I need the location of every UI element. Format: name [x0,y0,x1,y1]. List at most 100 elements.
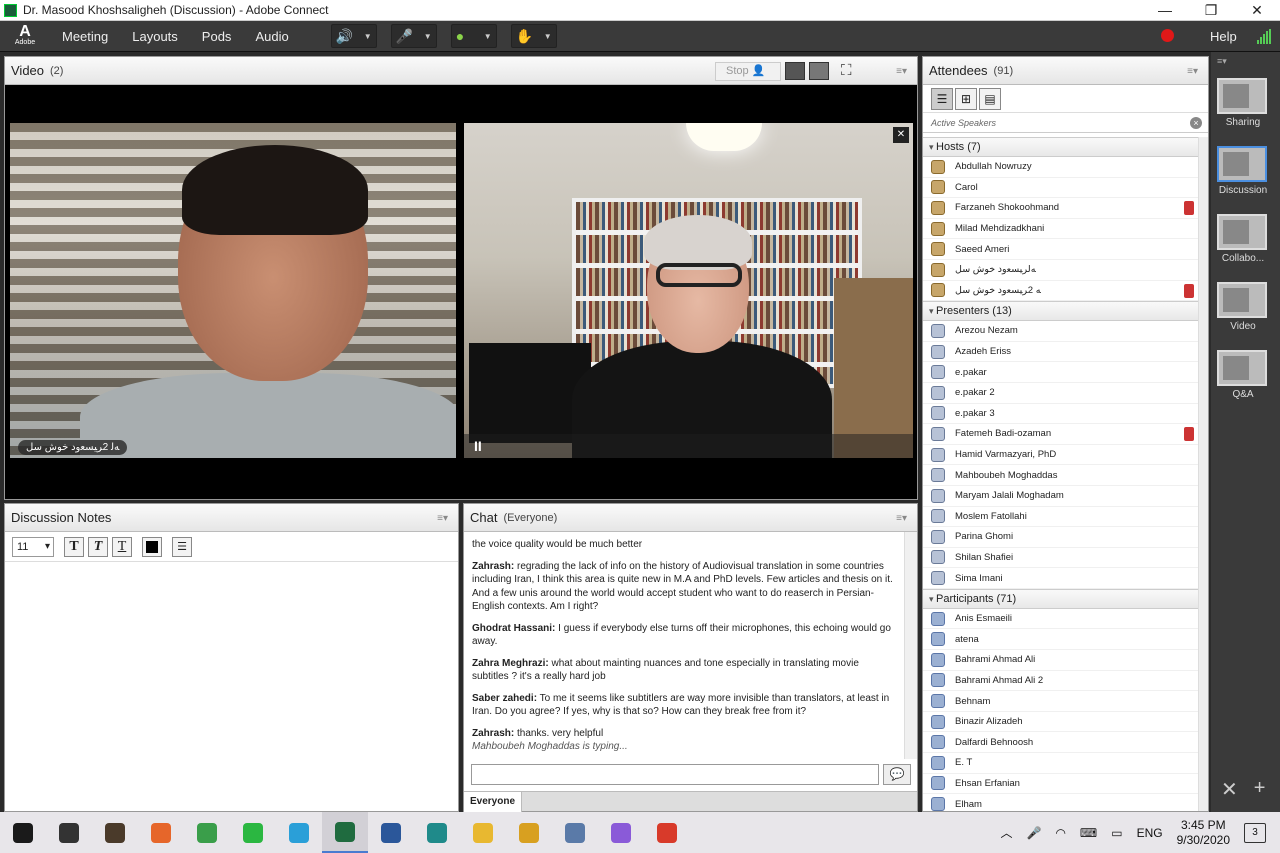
raise-hand-toggle[interactable]: ✋ ▼ [510,24,557,48]
tools-icon[interactable]: ✕ [1221,777,1238,802]
attendee-row[interactable]: e.pakar [923,362,1208,383]
clock[interactable]: 3:45 PM 9/30/2020 [1177,818,1230,848]
microphone-icon[interactable]: 🎤 [1026,826,1041,840]
attendee-row[interactable]: e.pakar 3 [923,404,1208,425]
layouts-menu-icon[interactable]: ≡▾ [1217,56,1227,67]
layout-video[interactable]: Video [1217,282,1269,332]
breakout-view-icon[interactable]: ⊞ [955,87,977,110]
app-icon[interactable] [414,812,460,853]
windows-start-icon[interactable] [0,812,46,853]
attendee-row[interactable]: Saeed Ameri [923,239,1208,260]
close-video-icon[interactable]: ✕ [893,127,909,143]
text-color-icon[interactable] [142,536,162,557]
attendee-row[interactable]: Parina Ghomi [923,527,1208,548]
stop-webcam-button[interactable]: Stop 👤 [715,62,781,81]
adobe-connect-icon[interactable] [322,812,368,853]
grid-view-button[interactable] [785,62,805,80]
attendee-row[interactable]: Shilan Shafiei [923,548,1208,569]
store-icon[interactable] [92,812,138,853]
pod-options-icon[interactable]: ≡▾ [437,513,448,524]
attendee-row[interactable]: atena [923,629,1208,651]
menu-layouts[interactable]: Layouts [120,21,190,52]
attendee-row[interactable]: Sima Imani [923,568,1208,589]
chevron-down-icon[interactable]: ▼ [364,32,372,41]
attendee-row[interactable]: Azadeh Eriss [923,342,1208,363]
keyboard-icon[interactable]: ⌨ [1080,826,1097,840]
display-icon[interactable]: ▭ [1111,826,1122,840]
firefox-icon[interactable] [138,812,184,853]
attendee-group-part[interactable]: Participants (71) [923,588,1208,609]
status-view-icon[interactable]: ▤ [979,87,1001,110]
file-explorer-icon[interactable] [460,812,506,853]
pod-options-icon[interactable]: ≡▾ [1187,66,1198,77]
layout-qa[interactable]: Q&A [1217,350,1269,400]
attendee-row[interactable]: e.pakar 2 [923,383,1208,404]
chat-tab-everyone[interactable]: Everyone [464,792,523,812]
task-view-icon[interactable] [46,812,92,853]
wifi-icon[interactable]: ◠ [1055,826,1065,840]
pause-icon[interactable]: II [474,438,482,454]
menu-meeting[interactable]: Meeting [50,21,120,52]
whatsapp-icon[interactable] [230,812,276,853]
attendee-group-host[interactable]: Hosts (7) [923,137,1208,157]
close-window-button[interactable]: ✕ [1234,0,1280,21]
maximize-button[interactable]: ❐ [1188,0,1234,21]
chat-scrollbar[interactable] [904,532,917,759]
close-active-speakers-icon[interactable]: × [1190,117,1202,129]
attendee-row[interactable]: ﻪﻟﺮﻴﺴﻌﻭﺩ ﺧﻮﺵ ﺳﻞ [923,260,1208,281]
attendee-row[interactable]: Hamid Varmazyari, PhD [923,445,1208,466]
webcam-toggle[interactable]: ● ▼ [450,24,497,48]
attendee-row[interactable]: Ehsan Erfanian [923,774,1208,795]
chrome-icon[interactable] [184,812,230,853]
fullscreen-icon[interactable]: ⛶ [841,62,852,79]
chat-input[interactable] [471,764,879,785]
menu-audio[interactable]: Audio [243,21,300,52]
app2-icon[interactable] [506,812,552,853]
notifications-icon[interactable]: 3 [1244,822,1266,843]
attendee-scrollbar[interactable] [1198,137,1208,811]
speaker-toggle[interactable]: 🔊 ▼ [330,24,377,48]
attendee-row[interactable]: Fatemeh Badi-ozaman [923,424,1208,445]
chevron-down-icon[interactable]: ▼ [544,32,552,41]
chevron-down-icon[interactable]: ▼ [484,32,492,41]
attendee-row[interactable]: Bahrami Ahmad Ali [923,650,1208,671]
attendee-row[interactable]: Carol [923,178,1208,199]
help-menu[interactable]: Help [1210,21,1237,52]
layout-collaboration[interactable]: Collabo... [1217,214,1269,264]
attendee-row[interactable]: Maryam Jalali Moghadam [923,486,1208,507]
layout-discussion[interactable]: Discussion [1217,146,1269,196]
attendee-row[interactable]: Abdullah Nowruzy [923,157,1208,178]
pod-options-icon[interactable]: ≡▾ [896,66,907,77]
record-indicator-icon[interactable] [1161,29,1174,42]
recorder-icon[interactable] [644,812,690,853]
attendee-group-pres[interactable]: Presenters (13) [923,301,1208,322]
attendee-row[interactable]: Mahboubeh Moghaddas [923,465,1208,486]
attendee-row[interactable]: E. T [923,753,1208,774]
attendee-row[interactable]: Behnam [923,691,1208,712]
minimize-button[interactable]: — [1142,0,1188,21]
attendee-row[interactable]: Farzaneh Shokoohmand [923,198,1208,219]
menu-pods[interactable]: Pods [190,21,244,52]
attendee-row[interactable]: Arezou Nezam [923,321,1208,342]
attendee-row[interactable]: Moslem Fatollahi [923,507,1208,528]
telegram-icon[interactable] [276,812,322,853]
layout-sharing[interactable]: Sharing [1217,78,1269,128]
attendee-row[interactable]: Bahrami Ahmad Ali 2 [923,671,1208,692]
attendee-row[interactable]: Elham [923,794,1208,811]
chevron-down-icon[interactable]: ▼ [424,32,432,41]
attendee-row[interactable]: Dalfardi Behnoosh [923,732,1208,754]
word-icon[interactable] [368,812,414,853]
show-hidden-icons-icon[interactable]: ︿ [1000,824,1012,841]
add-layout-icon[interactable]: + [1254,777,1266,802]
send-message-icon[interactable]: 💬 [883,764,911,785]
attendee-row[interactable]: Binazir Alizadeh [923,712,1208,733]
font-size-select[interactable]: 11 [12,536,54,557]
attendee-row[interactable]: Milad Mehdizadkhani [923,219,1208,240]
app4-icon[interactable] [598,812,644,853]
app3-icon[interactable] [552,812,598,853]
notes-editor[interactable] [5,562,458,811]
video-feed-1[interactable]: ﻪﻟ 2ﺮﻴﺴﻌﻭﺩ ﺧﻮﺵ ﺳﻞ [10,123,456,458]
language-indicator[interactable]: ENG [1137,826,1163,840]
bold-icon[interactable]: T [64,536,84,557]
pod-options-icon[interactable]: ≡▾ [896,513,907,524]
